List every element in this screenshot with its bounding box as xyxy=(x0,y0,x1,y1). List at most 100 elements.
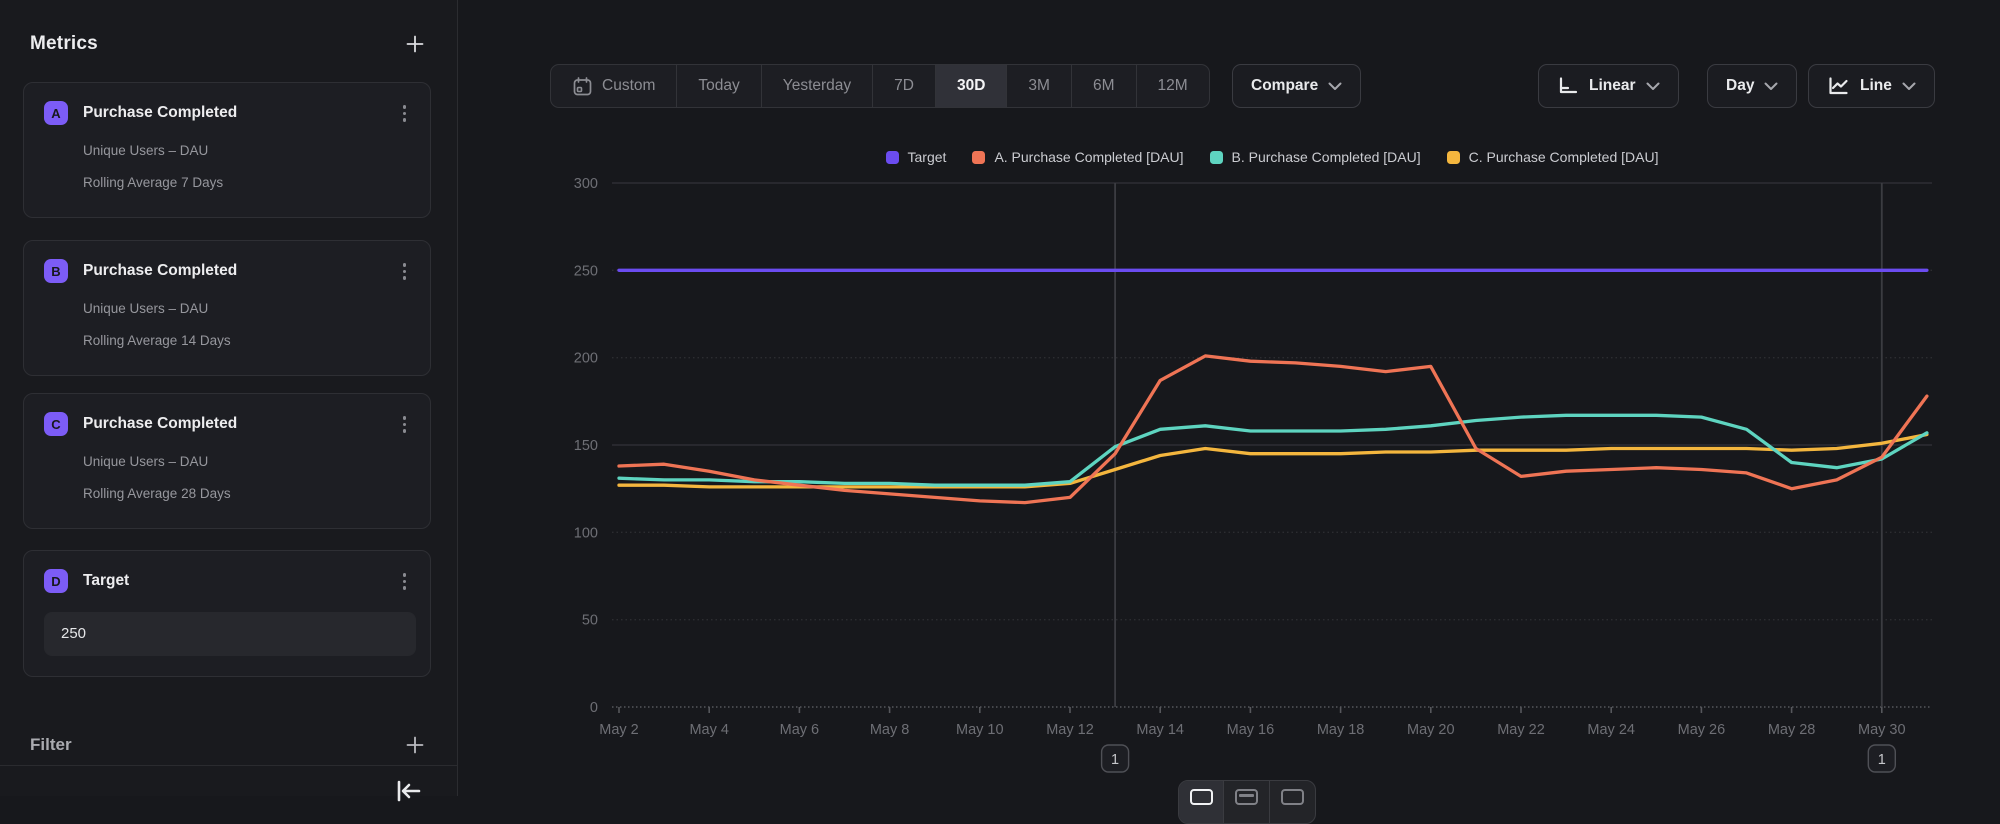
view-toggle-split[interactable] xyxy=(1224,781,1269,823)
sidebar-title: Metrics xyxy=(30,33,98,55)
legend-label: A. Purchase Completed [DAU] xyxy=(994,149,1183,165)
compare-button[interactable]: Compare xyxy=(1232,64,1361,108)
metrics-sidebar: Metrics A Purchase Completed Unique User… xyxy=(0,0,458,796)
series-lines xyxy=(619,270,1927,502)
target-card[interactable]: D Target xyxy=(23,550,431,677)
filter-title: Filter xyxy=(30,735,72,755)
view-toggle-toolbar xyxy=(1178,780,1316,824)
legend-item-b[interactable]: B. Purchase Completed [DAU] xyxy=(1210,149,1421,165)
range-6m[interactable]: 6M xyxy=(1072,65,1137,107)
metric-card-b[interactable]: B Purchase Completed Unique Users – DAU … xyxy=(23,240,431,376)
metric-measure: Unique Users – DAU xyxy=(83,143,410,158)
view-toggle-chart[interactable] xyxy=(1179,781,1224,823)
svg-text:May 4: May 4 xyxy=(689,722,729,738)
svg-text:0: 0 xyxy=(590,700,598,716)
svg-text:May 20: May 20 xyxy=(1407,722,1455,738)
chevron-down-icon xyxy=(1328,82,1342,91)
series-b xyxy=(619,415,1927,485)
add-metric-button[interactable] xyxy=(401,30,429,58)
svg-text:250: 250 xyxy=(574,263,598,279)
metric-transform: Rolling Average 14 Days xyxy=(83,333,410,348)
legend-item-target[interactable]: Target xyxy=(886,149,947,165)
svg-text:May 14: May 14 xyxy=(1136,722,1184,738)
svg-text:May 26: May 26 xyxy=(1678,722,1726,738)
annotation-badge[interactable]: 1 xyxy=(1102,745,1129,772)
svg-text:200: 200 xyxy=(574,351,598,367)
svg-text:May 10: May 10 xyxy=(956,722,1004,738)
legend-item-c[interactable]: C. Purchase Completed [DAU] xyxy=(1447,149,1659,165)
metric-measure: Unique Users – DAU xyxy=(83,301,410,316)
metric-menu-button[interactable] xyxy=(399,259,411,284)
svg-text:100: 100 xyxy=(574,525,598,541)
annotation-badge[interactable]: 1 xyxy=(1868,745,1895,772)
range-label: 3M xyxy=(1028,77,1050,95)
compare-label: Compare xyxy=(1251,77,1318,95)
collapse-left-icon xyxy=(392,778,424,804)
range-3m[interactable]: 3M xyxy=(1007,65,1072,107)
range-12m[interactable]: 12M xyxy=(1137,65,1209,107)
metric-card-c[interactable]: C Purchase Completed Unique Users – DAU … xyxy=(23,393,431,529)
range-label: Today xyxy=(698,77,739,95)
range-30d-active[interactable]: 30D xyxy=(936,65,1007,107)
svg-text:150: 150 xyxy=(574,438,598,454)
sidebar-divider xyxy=(0,765,457,766)
range-yesterday[interactable]: Yesterday xyxy=(762,65,873,107)
range-label: 7D xyxy=(894,77,914,95)
range-custom[interactable]: Custom xyxy=(551,65,677,107)
metric-menu-button[interactable] xyxy=(399,101,411,126)
x-axis: May 2May 4May 6May 8May 10May 12May 14Ma… xyxy=(599,707,1932,738)
range-label: 6M xyxy=(1093,77,1115,95)
plus-icon xyxy=(405,735,425,755)
metric-menu-button[interactable] xyxy=(399,569,411,594)
svg-text:May 16: May 16 xyxy=(1227,722,1275,738)
legend-item-a[interactable]: A. Purchase Completed [DAU] xyxy=(972,149,1183,165)
legend-label: Target xyxy=(908,149,947,165)
metric-badge: C xyxy=(44,412,68,436)
metric-title: Purchase Completed xyxy=(83,262,399,280)
legend-swatch xyxy=(1210,151,1223,164)
range-label: 30D xyxy=(957,77,985,95)
calendar-icon xyxy=(572,76,593,97)
range-label: 12M xyxy=(1158,77,1188,95)
scale-select-button[interactable]: Linear xyxy=(1538,64,1679,108)
legend-swatch xyxy=(972,151,985,164)
range-label: Yesterday xyxy=(783,77,851,95)
svg-text:300: 300 xyxy=(574,176,598,192)
range-7d[interactable]: 7D xyxy=(873,65,936,107)
split-view-icon xyxy=(1235,789,1258,805)
interval-select-button[interactable]: Day xyxy=(1707,64,1797,108)
svg-text:May 2: May 2 xyxy=(599,722,639,738)
chevron-down-icon xyxy=(1902,82,1916,91)
svg-text:May 22: May 22 xyxy=(1497,722,1545,738)
metric-title: Target xyxy=(83,572,399,590)
filter-section-header: Filter xyxy=(30,729,429,761)
chart-view-icon xyxy=(1190,789,1213,805)
svg-text:1: 1 xyxy=(1878,752,1886,768)
collapse-sidebar-button[interactable] xyxy=(392,778,424,807)
metric-transform: Rolling Average 28 Days xyxy=(83,486,410,501)
chevron-down-icon xyxy=(1764,82,1778,91)
table-view-icon xyxy=(1281,789,1304,805)
metric-badge: D xyxy=(44,569,68,593)
metric-card-header: D Target xyxy=(44,569,410,594)
plus-icon xyxy=(405,34,425,54)
target-value-input[interactable] xyxy=(44,612,416,656)
view-toggle-table[interactable] xyxy=(1270,781,1315,823)
metric-card-header: B Purchase Completed xyxy=(44,259,410,284)
metric-card-header: C Purchase Completed xyxy=(44,412,410,437)
metric-card-a[interactable]: A Purchase Completed Unique Users – DAU … xyxy=(23,82,431,218)
svg-text:1: 1 xyxy=(1111,752,1119,768)
series-a xyxy=(619,356,1927,503)
line-chart-icon xyxy=(1827,76,1850,96)
date-range-segmented-control: Custom Today Yesterday 7D 30D 3M 6M 12M xyxy=(550,64,1210,108)
range-today[interactable]: Today xyxy=(677,65,761,107)
scale-label: Linear xyxy=(1589,77,1636,95)
metric-measure: Unique Users – DAU xyxy=(83,454,410,469)
svg-text:May 12: May 12 xyxy=(1046,722,1094,738)
svg-text:May 6: May 6 xyxy=(780,722,820,738)
range-label: Custom xyxy=(602,77,655,95)
metric-menu-button[interactable] xyxy=(399,412,411,437)
metric-transform: Rolling Average 7 Days xyxy=(83,175,410,190)
chart-type-select-button[interactable]: Line xyxy=(1808,64,1935,108)
add-filter-button[interactable] xyxy=(401,731,429,759)
